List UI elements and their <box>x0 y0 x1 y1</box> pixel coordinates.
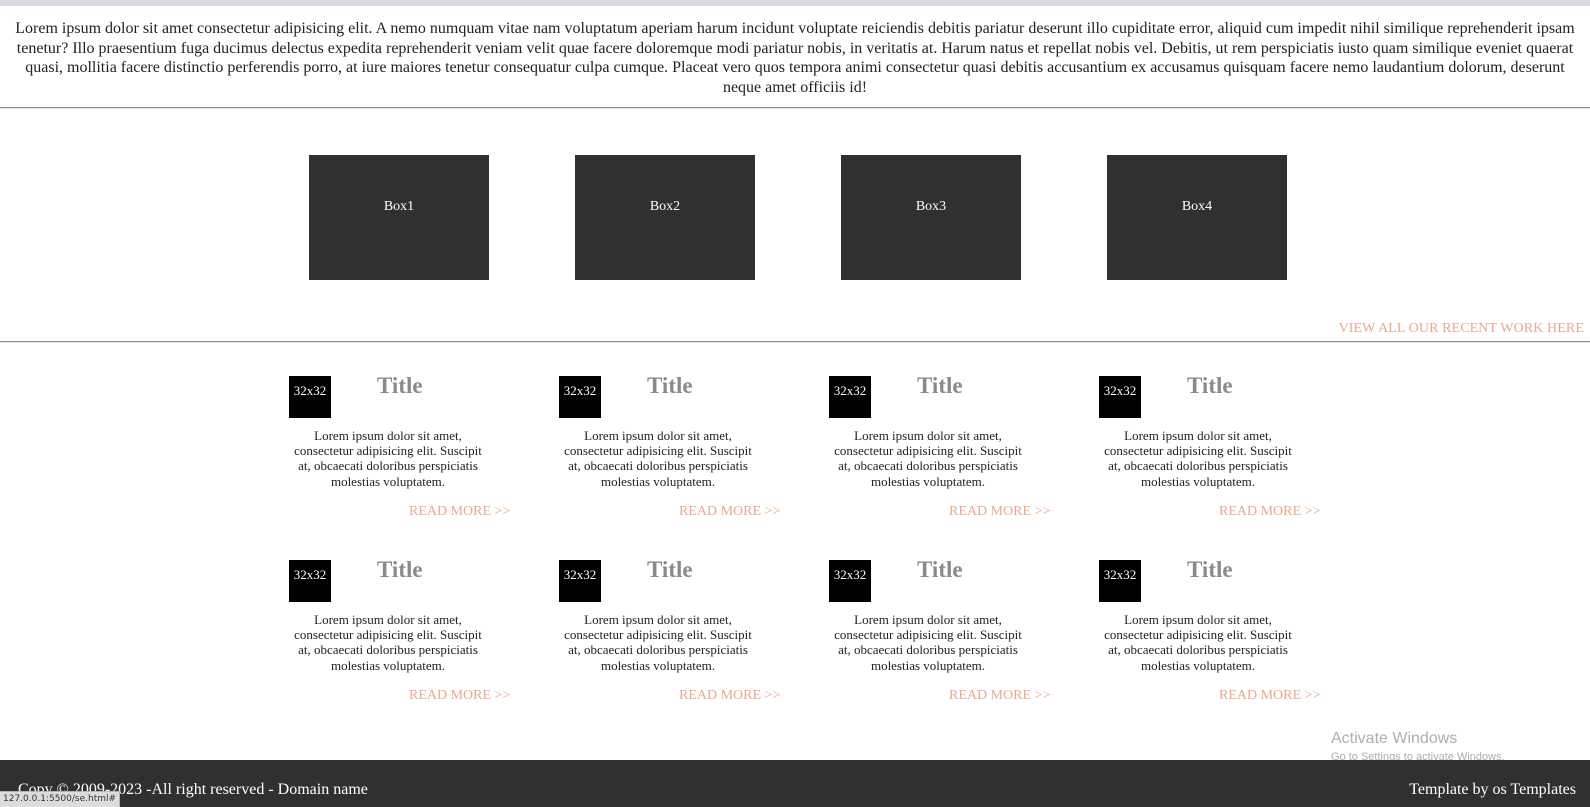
card-title: Title <box>377 373 423 398</box>
thumbnail-placeholder: 32x32 <box>829 560 871 602</box>
card-text: Lorem ipsum dolor sit amet, consectetur … <box>834 428 1022 489</box>
card-title: Title <box>377 557 423 582</box>
footer-credit: Template by os Templates <box>1409 781 1576 798</box>
card-text: Lorem ipsum dolor sit amet, consectetur … <box>564 428 752 489</box>
box-1: Box1 <box>309 155 489 280</box>
card: 32x32 Title Lorem ipsum dolor sit amet, … <box>829 373 1059 526</box>
box-label: Box1 <box>383 198 415 214</box>
card-title: Title <box>1187 557 1233 582</box>
watermark-title: Activate Windows <box>1331 730 1458 747</box>
card: 32x32 Title Lorem ipsum dolor sit amet, … <box>1099 557 1329 710</box>
box-label: Box2 <box>649 198 681 214</box>
card-text: Lorem ipsum dolor sit amet, consectetur … <box>1104 612 1292 673</box>
card-title: Title <box>917 557 963 582</box>
read-more-link[interactable]: READ MORE >> <box>679 504 780 520</box>
intro-paragraph: Lorem ipsum dolor sit amet consectetur a… <box>15 20 1575 96</box>
thumbnail-placeholder: 32x32 <box>1099 560 1141 602</box>
footer: Copy © 2009-2023 -All right reserved - D… <box>0 760 1590 807</box>
box-label: Box3 <box>915 198 947 214</box>
card: 32x32 Title Lorem ipsum dolor sit amet, … <box>559 557 789 710</box>
read-more-link[interactable]: READ MORE >> <box>1219 504 1320 520</box>
thumbnail-placeholder: 32x32 <box>1099 376 1141 418</box>
divider-top <box>0 107 1590 108</box>
browser-top-bar <box>0 0 1590 6</box>
box-label: Box4 <box>1181 198 1213 214</box>
card-title: Title <box>1187 373 1233 398</box>
card: 32x32 Title Lorem ipsum dolor sit amet, … <box>289 557 519 710</box>
read-more-link[interactable]: READ MORE >> <box>949 504 1050 520</box>
box-2: Box2 <box>575 155 755 280</box>
card-title: Title <box>647 557 693 582</box>
card-text: Lorem ipsum dolor sit amet, consectetur … <box>564 612 752 673</box>
card-text: Lorem ipsum dolor sit amet, consectetur … <box>294 612 482 673</box>
card: 32x32 Title Lorem ipsum dolor sit amet, … <box>559 373 789 526</box>
read-more-link[interactable]: READ MORE >> <box>1219 688 1320 704</box>
thumbnail-placeholder: 32x32 <box>289 376 331 418</box>
card: 32x32 Title Lorem ipsum dolor sit amet, … <box>829 557 1059 710</box>
card-text: Lorem ipsum dolor sit amet, consectetur … <box>834 612 1022 673</box>
read-more-link[interactable]: READ MORE >> <box>679 688 780 704</box>
status-bar-url: 127.0.0.1:5500/se.html# <box>0 791 121 807</box>
read-more-link[interactable]: READ MORE >> <box>409 688 510 704</box>
box-4: Box4 <box>1107 155 1287 280</box>
thumbnail-placeholder: 32x32 <box>559 376 601 418</box>
activate-windows-watermark: Activate Windows Go to Settings to activ… <box>1331 730 1505 763</box>
card-text: Lorem ipsum dolor sit amet, consectetur … <box>1104 428 1292 489</box>
view-all-recent-work-link[interactable]: VIEW ALL OUR RECENT WORK HERE <box>1339 321 1584 337</box>
card: 32x32 Title Lorem ipsum dolor sit amet, … <box>289 373 519 526</box>
card-text: Lorem ipsum dolor sit amet, consectetur … <box>294 428 482 489</box>
thumbnail-placeholder: 32x32 <box>559 560 601 602</box>
divider-middle <box>0 341 1590 342</box>
read-more-link[interactable]: READ MORE >> <box>409 504 510 520</box>
card-title: Title <box>917 373 963 398</box>
card-title: Title <box>647 373 693 398</box>
card: 32x32 Title Lorem ipsum dolor sit amet, … <box>1099 373 1329 526</box>
thumbnail-placeholder: 32x32 <box>829 376 871 418</box>
read-more-link[interactable]: READ MORE >> <box>949 688 1050 704</box>
thumbnail-placeholder: 32x32 <box>289 560 331 602</box>
box-3: Box3 <box>841 155 1021 280</box>
